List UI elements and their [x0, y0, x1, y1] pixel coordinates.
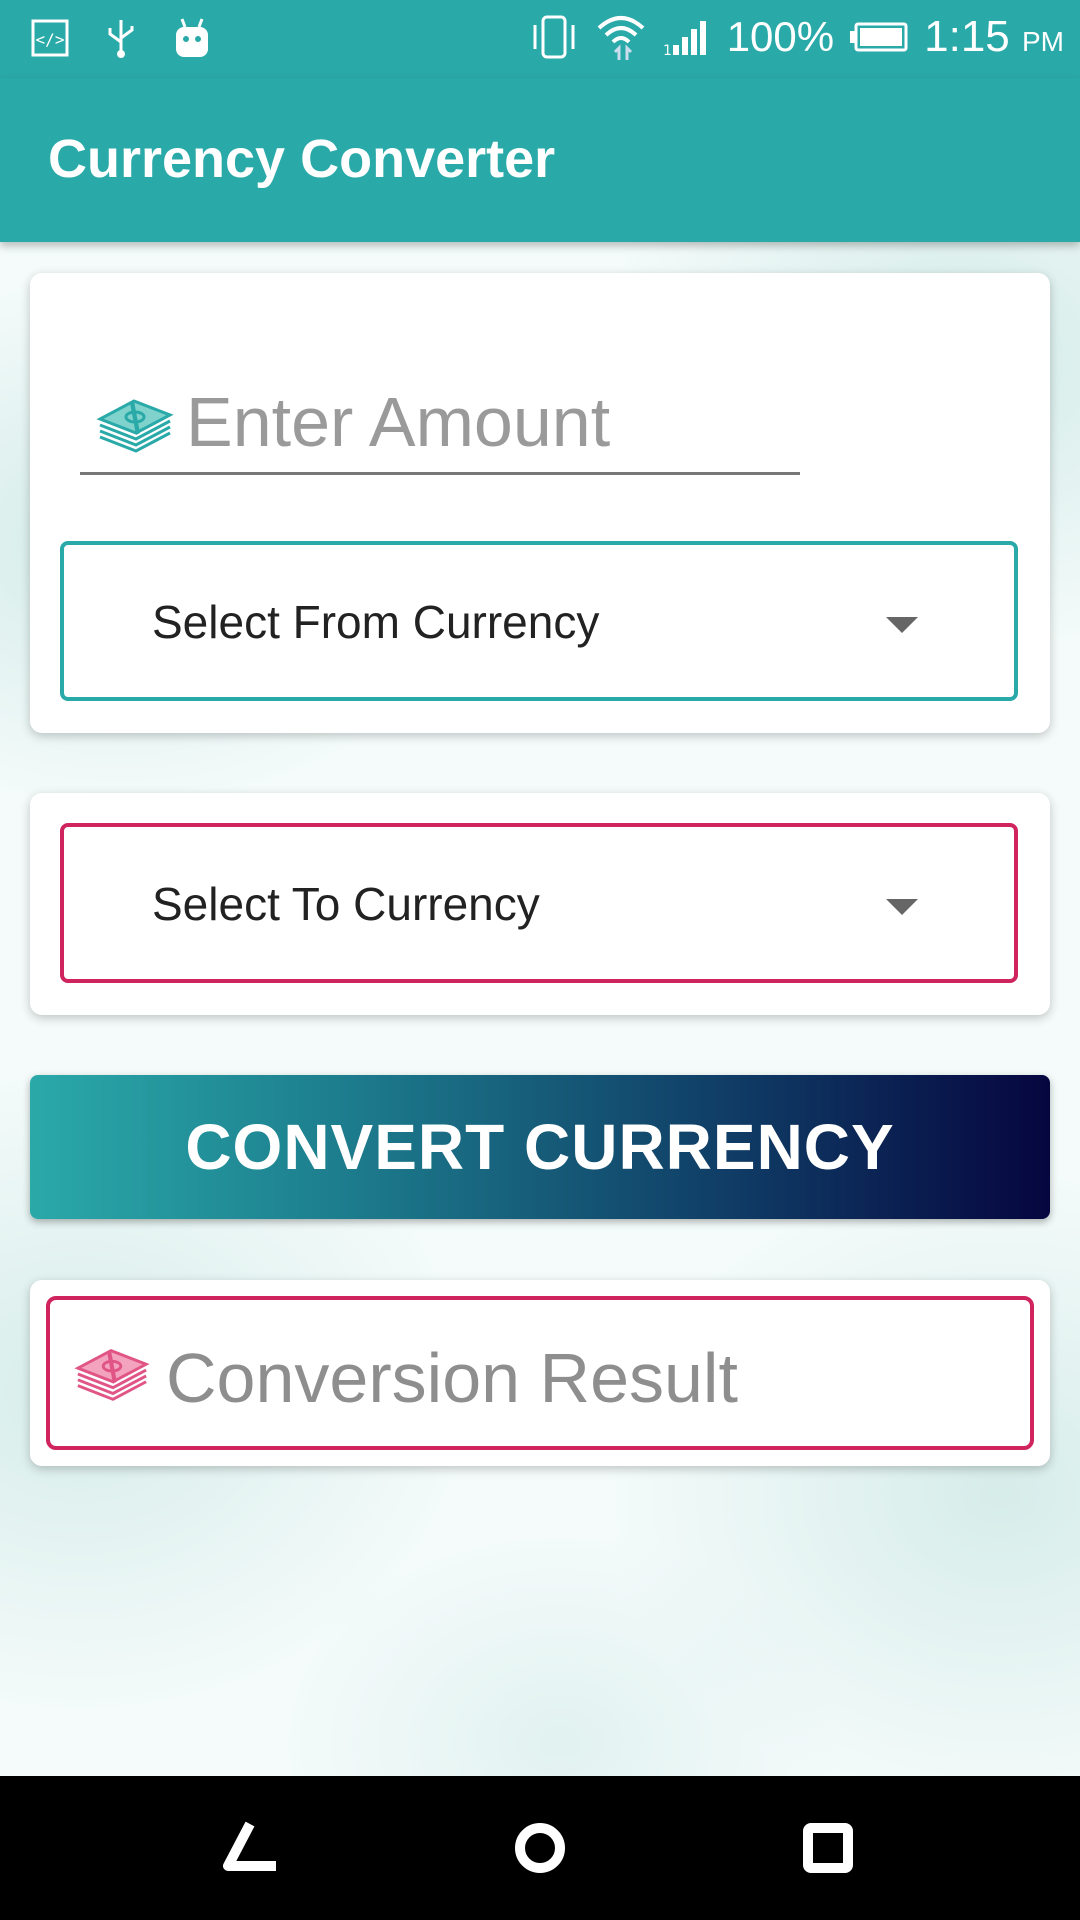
result-card: Conversion Result: [30, 1280, 1050, 1466]
battery-percent: 100%: [726, 13, 835, 60]
clock-ampm: PM: [1022, 26, 1064, 57]
app-bar: Currency Converter: [0, 78, 1080, 242]
amount-field-container: [80, 373, 800, 475]
battery-icon: [850, 22, 908, 52]
conversion-result-field: Conversion Result: [46, 1296, 1034, 1450]
clock-time: 1:15: [924, 12, 1010, 61]
chevron-down-icon: [886, 899, 918, 915]
home-icon[interactable]: [508, 1816, 572, 1880]
conversion-result-placeholder: Conversion Result: [166, 1339, 738, 1417]
app-title: Currency Converter: [48, 129, 556, 189]
back-icon[interactable]: [220, 1816, 284, 1880]
clock: 1:15 PM: [924, 12, 1064, 62]
money-stack-icon: [96, 399, 174, 453]
svg-text:1: 1: [663, 43, 672, 57]
navigation-bar: [0, 1776, 1080, 1920]
wifi-icon: [597, 16, 645, 60]
vibrate-icon: [533, 15, 575, 59]
svg-text:</>: </>: [36, 30, 65, 49]
usb-icon: [108, 20, 134, 58]
convert-currency-button[interactable]: CONVERT CURRENCY: [30, 1075, 1050, 1219]
from-currency-label: Select From Currency: [152, 596, 600, 648]
recent-apps-icon[interactable]: [796, 1816, 860, 1880]
status-bar: </> 1 100% 1:15 PM: [0, 0, 1080, 78]
amount-input[interactable]: [186, 379, 786, 465]
amount-card: Select From Currency: [30, 273, 1050, 733]
to-currency-label: Select To Currency: [152, 878, 540, 930]
to-currency-dropdown[interactable]: Select To Currency: [60, 823, 1018, 983]
android-icon: [176, 18, 208, 57]
chevron-down-icon: [886, 617, 918, 633]
from-currency-dropdown[interactable]: Select From Currency: [60, 541, 1018, 701]
to-currency-card: Select To Currency: [30, 793, 1050, 1015]
money-stack-icon: [74, 1348, 150, 1401]
signal-icon: 1: [663, 21, 706, 57]
code-icon: </>: [31, 19, 69, 57]
